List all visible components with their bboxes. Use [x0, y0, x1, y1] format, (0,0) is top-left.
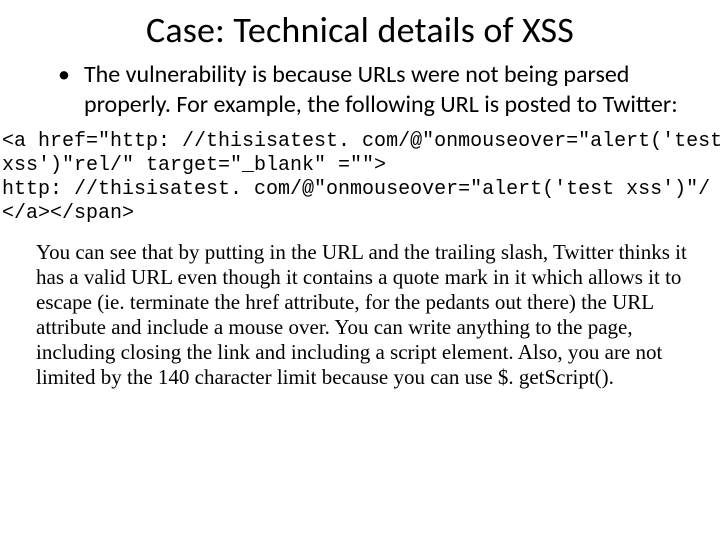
code-line-4: </a></span>	[2, 202, 134, 225]
bullet-dot-icon: •	[58, 60, 70, 90]
code-block: <a href="http: //thisisatest. com/@"onmo…	[0, 130, 720, 226]
slide-title: Case: Technical details of XSS	[0, 8, 720, 52]
code-line-2: xss')"rel/" target="_blank" ="">	[2, 154, 386, 177]
bullet-row: • The vulnerability is because URLs were…	[58, 60, 680, 120]
bullet-text: The vulnerability is because URLs were n…	[84, 60, 680, 120]
bullet-block: • The vulnerability is because URLs were…	[58, 60, 680, 120]
explanation-paragraph: You can see that by putting in the URL a…	[36, 240, 692, 390]
slide: Case: Technical details of XSS • The vul…	[0, 0, 720, 540]
code-line-3: http: //thisisatest. com/@"onmouseover="…	[2, 178, 710, 201]
code-line-1: <a href="http: //thisisatest. com/@"onmo…	[2, 130, 720, 153]
